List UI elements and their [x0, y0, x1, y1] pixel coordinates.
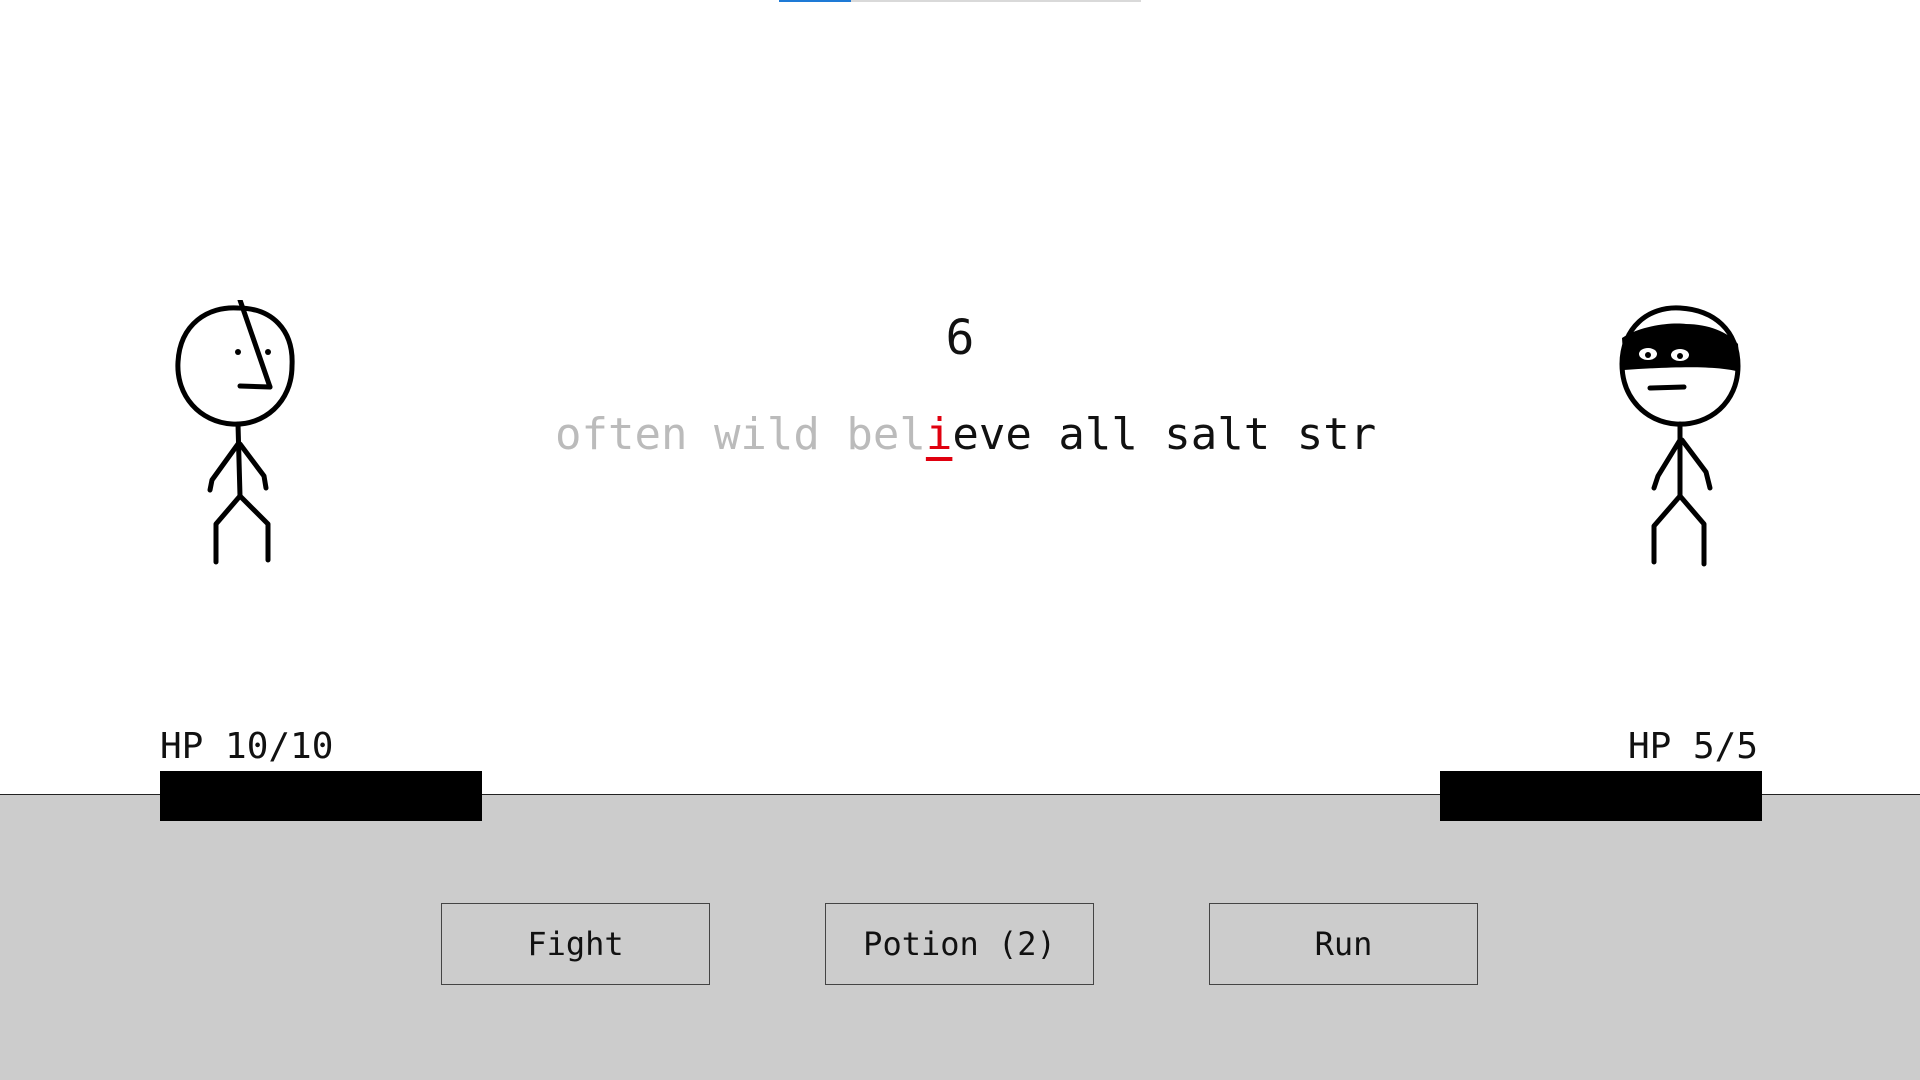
typed-text: often wild bel — [555, 409, 926, 460]
run-button[interactable]: Run — [1209, 903, 1478, 985]
enemy-bandit-drawing — [1619, 305, 1741, 567]
game-stage: 6 often wild believe all salt str HP 10/… — [0, 0, 1920, 1080]
player-hp-fill — [160, 771, 482, 821]
current-character: i — [925, 409, 953, 460]
enemy-hp-fill — [1440, 771, 1762, 821]
round-countdown: 6 — [945, 310, 975, 366]
progress-track — [779, 0, 1141, 2]
player-hp-label: HP 10/10 — [160, 726, 334, 767]
typing-prompt: often wild believe all salt str — [555, 405, 1441, 475]
potion-button[interactable]: Potion (2) — [825, 903, 1094, 985]
enemy-hp-bar — [1440, 771, 1762, 821]
fight-button[interactable]: Fight — [441, 903, 710, 985]
progress-fill — [779, 0, 852, 2]
enemy-hp-label: HP 5/5 — [1627, 726, 1758, 767]
player-stickman-drawing — [175, 297, 295, 565]
player-stickman — [168, 297, 308, 570]
enemy-bandit-stickman — [1610, 300, 1750, 570]
player-hp-bar — [160, 771, 482, 821]
pending-text: eve all salt str — [952, 409, 1377, 460]
